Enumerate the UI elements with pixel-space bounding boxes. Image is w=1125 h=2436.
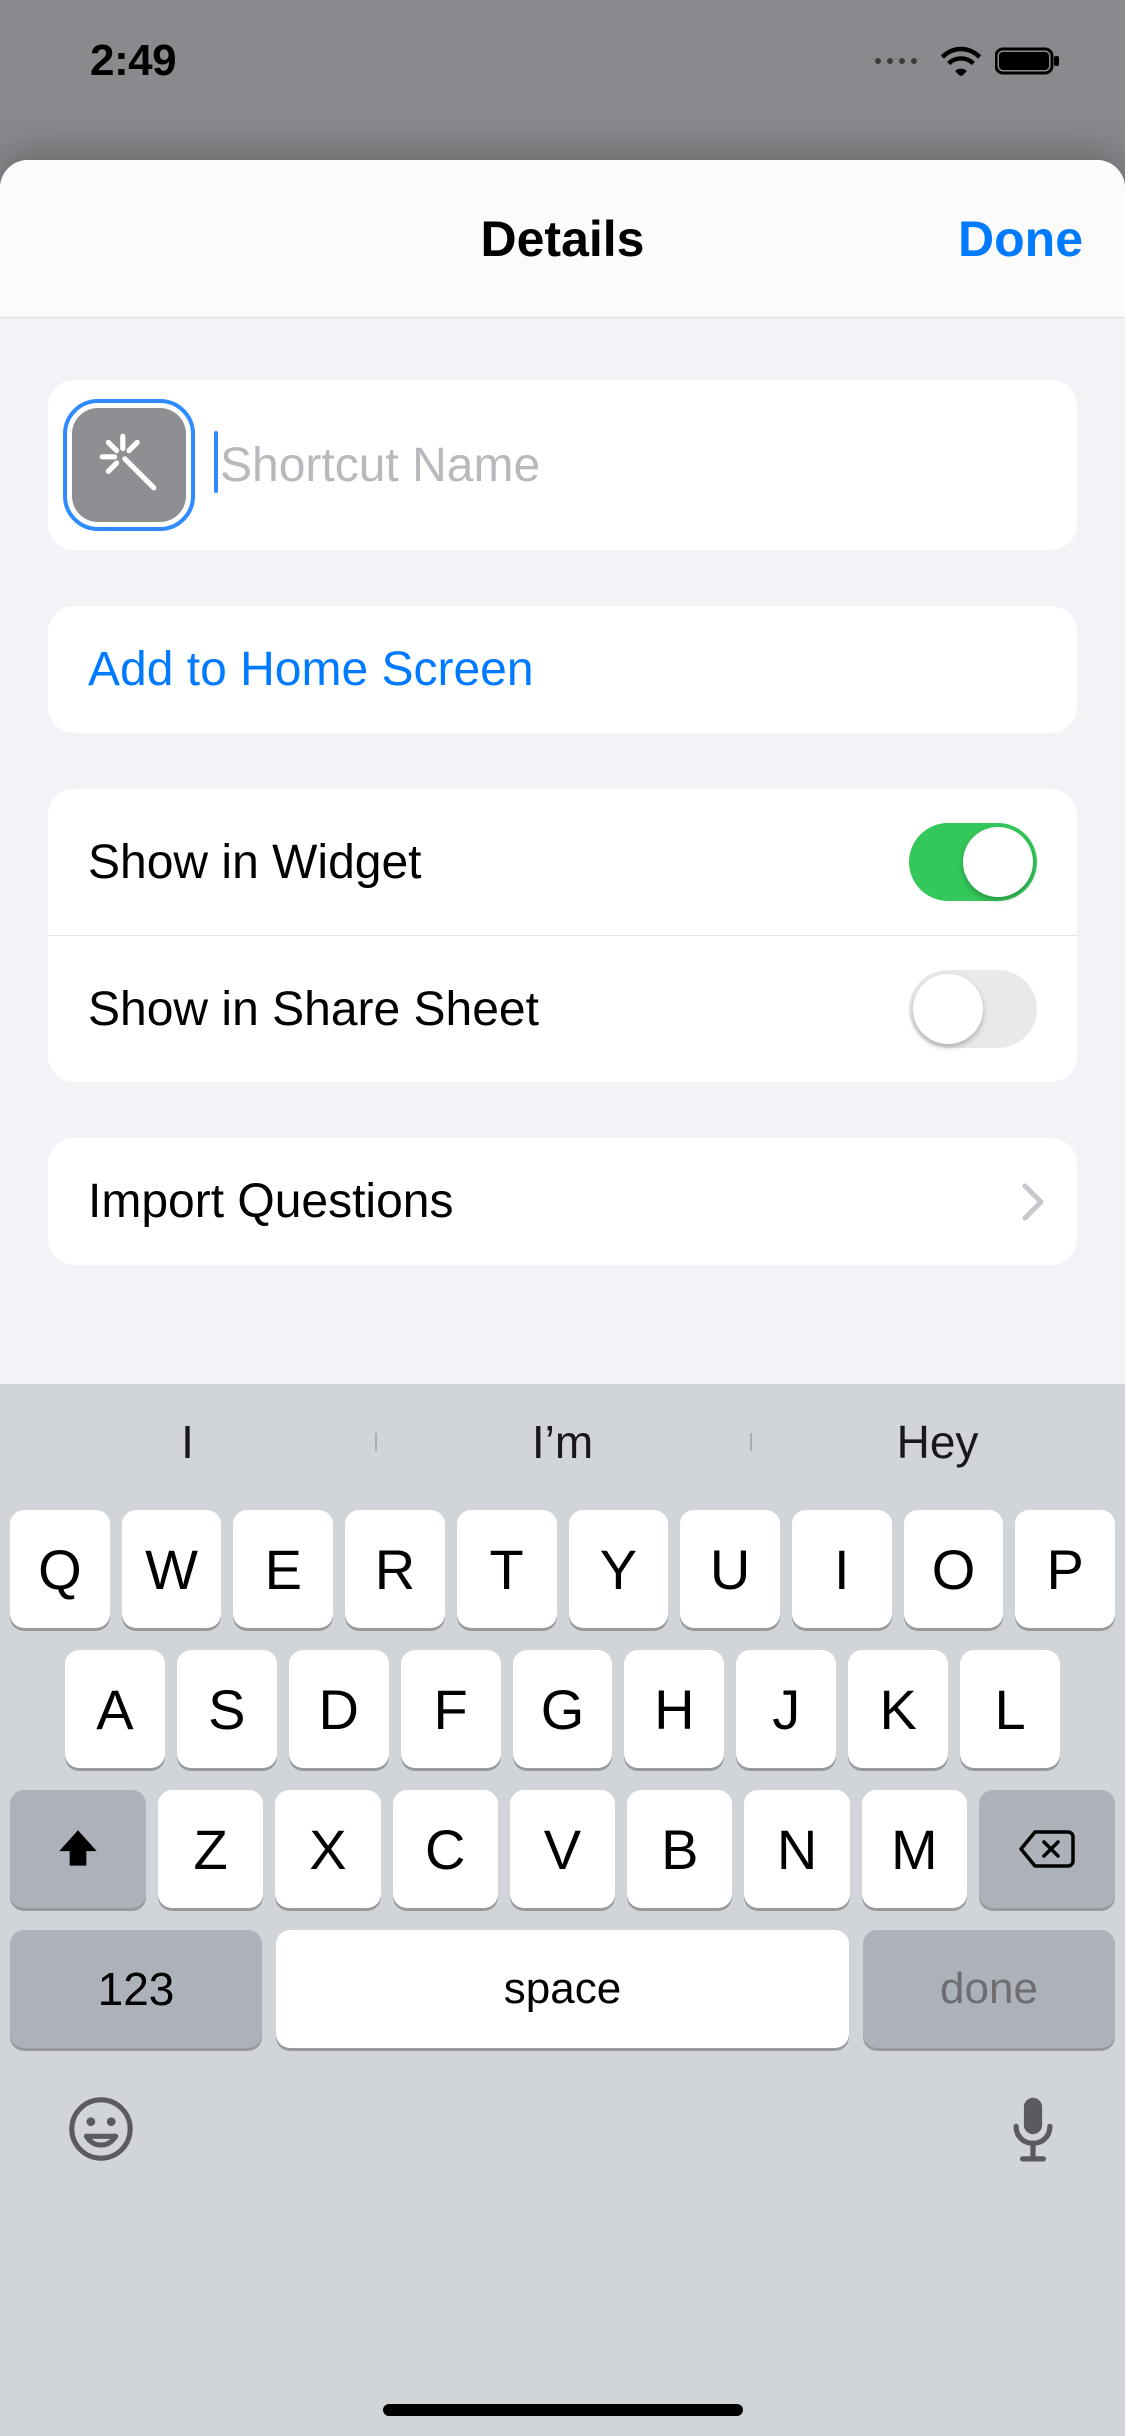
key-h[interactable]: H: [624, 1650, 724, 1768]
key-g[interactable]: G: [513, 1650, 613, 1768]
key-l[interactable]: L: [960, 1650, 1060, 1768]
key-z[interactable]: Z: [158, 1790, 263, 1908]
magic-wand-icon: [96, 430, 162, 501]
show-in-share-sheet-toggle[interactable]: [909, 970, 1037, 1048]
shift-key[interactable]: [10, 1790, 146, 1908]
import-questions-button[interactable]: Import Questions: [48, 1138, 1077, 1265]
shortcut-icon-button[interactable]: [72, 408, 186, 522]
add-home-card: Add to Home Screen: [48, 606, 1077, 733]
wifi-icon: [939, 45, 983, 77]
visibility-card: Show in Widget Show in Share Sheet: [48, 789, 1077, 1082]
key-u[interactable]: U: [680, 1510, 780, 1628]
key-i[interactable]: I: [792, 1510, 892, 1628]
cellular-dots-icon: [875, 58, 917, 64]
key-k[interactable]: K: [848, 1650, 948, 1768]
shortcut-name-input[interactable]: Shortcut Name: [214, 425, 1053, 505]
key-v[interactable]: V: [510, 1790, 615, 1908]
key-x[interactable]: X: [275, 1790, 380, 1908]
key-r[interactable]: R: [345, 1510, 445, 1628]
space-key[interactable]: space: [276, 1930, 849, 2048]
suggestion-0[interactable]: I: [0, 1415, 375, 1469]
key-t[interactable]: T: [457, 1510, 557, 1628]
key-n[interactable]: N: [744, 1790, 849, 1908]
suggestion-1[interactable]: I’m: [375, 1415, 750, 1469]
status-icons: [875, 45, 1061, 77]
show-in-share-sheet-row: Show in Share Sheet: [48, 935, 1077, 1082]
key-o[interactable]: O: [904, 1510, 1004, 1628]
backspace-key[interactable]: [979, 1790, 1115, 1908]
keyboard-done-key[interactable]: done: [863, 1930, 1115, 2048]
key-d[interactable]: D: [289, 1650, 389, 1768]
suggestion-bar: I I’m Hey: [0, 1384, 1125, 1500]
battery-icon: [995, 46, 1061, 76]
key-w[interactable]: W: [122, 1510, 222, 1628]
key-row-2: ASDFGHJKL: [10, 1650, 1115, 1768]
nav-title: Details: [481, 210, 645, 268]
key-row-1: QWERTYUIOP: [10, 1510, 1115, 1628]
done-button[interactable]: Done: [958, 210, 1083, 268]
shortcut-name-placeholder: Shortcut Name: [220, 438, 540, 493]
key-rows: QWERTYUIOP ASDFGHJKL ZXCVBNM 123 space d…: [0, 1500, 1125, 2048]
chevron-right-icon: [1021, 1182, 1045, 1222]
key-j[interactable]: J: [736, 1650, 836, 1768]
emoji-key[interactable]: [66, 2094, 136, 2164]
suggestion-2[interactable]: Hey: [750, 1415, 1125, 1469]
import-questions-label: Import Questions: [88, 1174, 453, 1229]
shortcut-name-card: Shortcut Name: [48, 380, 1077, 550]
show-in-widget-label: Show in Widget: [88, 835, 422, 890]
keyboard-bottom-bar: [0, 2048, 1125, 2166]
key-m[interactable]: M: [862, 1790, 967, 1908]
show-in-share-sheet-label: Show in Share Sheet: [88, 982, 539, 1037]
text-cursor: [214, 431, 218, 493]
show-in-widget-toggle[interactable]: [909, 823, 1037, 901]
key-row-3: ZXCVBNM: [10, 1790, 1115, 1908]
show-in-widget-row: Show in Widget: [48, 789, 1077, 935]
key-e[interactable]: E: [233, 1510, 333, 1628]
details-sheet: Details Done: [0, 160, 1125, 2436]
dictation-key[interactable]: [1007, 2092, 1059, 2166]
key-y[interactable]: Y: [569, 1510, 669, 1628]
import-card: Import Questions: [48, 1138, 1077, 1265]
status-time: 2:49: [90, 36, 176, 86]
key-q[interactable]: Q: [10, 1510, 110, 1628]
key-s[interactable]: S: [177, 1650, 277, 1768]
home-indicator[interactable]: [383, 2404, 743, 2416]
key-f[interactable]: F: [401, 1650, 501, 1768]
key-row-4: 123 space done: [10, 1930, 1115, 2048]
key-a[interactable]: A: [65, 1650, 165, 1768]
key-b[interactable]: B: [627, 1790, 732, 1908]
status-bar: 2:49: [0, 0, 1125, 132]
keyboard: I I’m Hey QWERTYUIOP ASDFGHJKL ZXCVBNM 1…: [0, 1384, 1125, 2436]
numbers-key[interactable]: 123: [10, 1930, 262, 2048]
key-p[interactable]: P: [1015, 1510, 1115, 1628]
add-to-home-screen-button[interactable]: Add to Home Screen: [48, 606, 1077, 733]
nav-bar: Details Done: [0, 160, 1125, 318]
key-c[interactable]: C: [393, 1790, 498, 1908]
